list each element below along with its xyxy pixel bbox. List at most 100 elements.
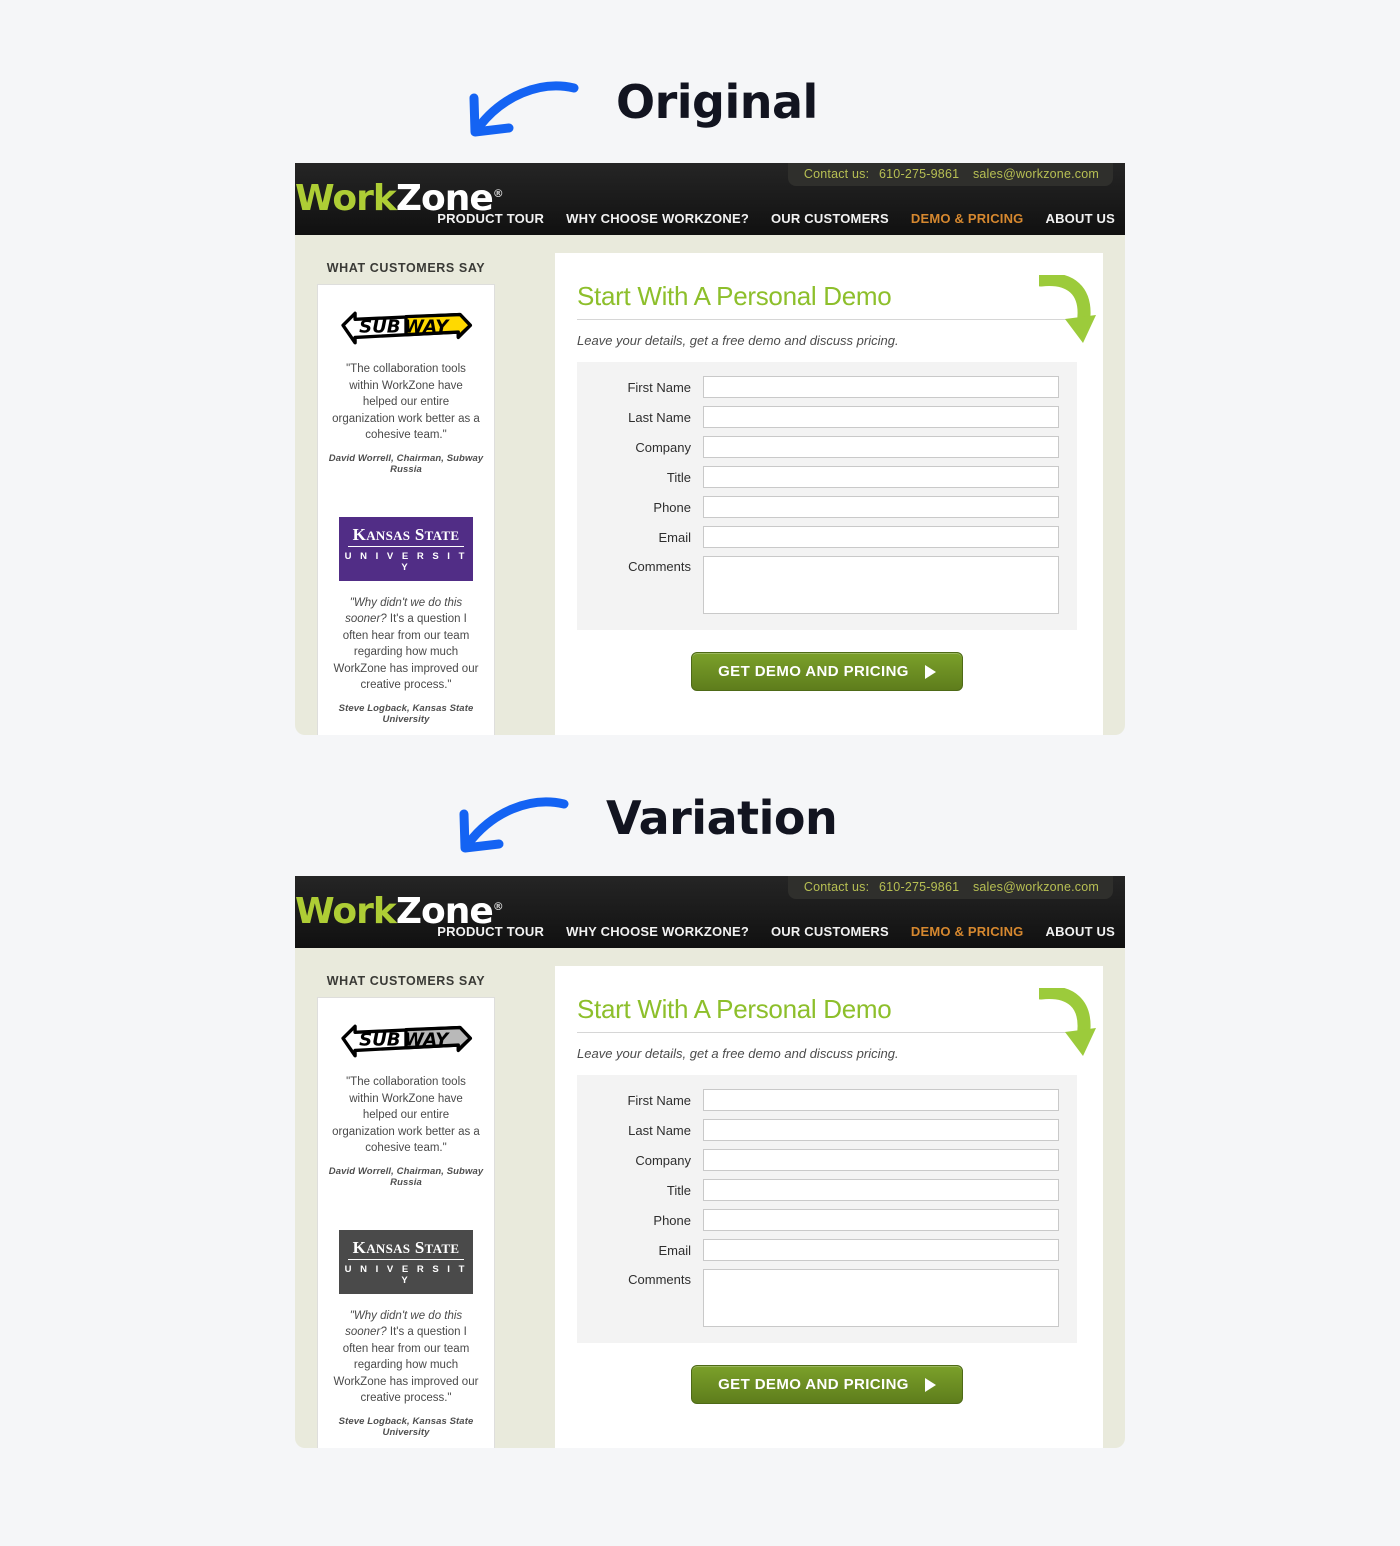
- ksu-logo-slot: KANSAS STATE U N I V E R S I T Y: [328, 516, 484, 581]
- submit-button-label: GET DEMO AND PRICING: [718, 1376, 909, 1393]
- nav-item-product-tour[interactable]: PRODUCT TOUR: [437, 924, 544, 939]
- label-company: Company: [635, 1152, 691, 1168]
- curved-arrow-icon: [452, 778, 572, 858]
- email-input[interactable]: [703, 526, 1059, 548]
- ksu-line1: KANSAS STATE: [348, 1239, 464, 1260]
- phone-input[interactable]: [703, 496, 1059, 518]
- contact-email[interactable]: sales@workzone.com: [973, 167, 1099, 181]
- testimonials-card: SUB WAY "The collaboration tools within …: [317, 997, 495, 1448]
- screenshot-panel-original: Contact us: 610-275-9861 sales@workzone.…: [295, 163, 1125, 735]
- last-name-input[interactable]: [703, 406, 1059, 428]
- first-name-input[interactable]: [703, 376, 1059, 398]
- nav-item-why-choose-workzone[interactable]: WHY CHOOSE WORKZONE?: [566, 211, 749, 226]
- company-input[interactable]: [703, 1149, 1059, 1171]
- field-row-phone: Phone: [587, 1209, 1059, 1231]
- form-fields: First Name Last Name Company Title Phone: [577, 1075, 1077, 1343]
- label-first-name: First Name: [627, 1092, 691, 1108]
- ksu-line2: U N I V E R S I T Y: [344, 550, 468, 573]
- label-comments: Comments: [628, 559, 691, 574]
- get-demo-and-pricing-button[interactable]: GET DEMO AND PRICING: [691, 1365, 963, 1404]
- last-name-input[interactable]: [703, 1119, 1059, 1141]
- label-email: Email: [658, 529, 691, 545]
- testimonials-card: SUB WAY "The collaboration tools within …: [317, 284, 495, 735]
- label-last-name: Last Name: [628, 1122, 691, 1138]
- subway-logo-slot: SUB WAY: [328, 305, 484, 347]
- contact-phone[interactable]: 610-275-9861: [879, 880, 959, 894]
- contact-label: Contact us:: [803, 167, 870, 181]
- nav-item-about-us[interactable]: ABOUT US: [1046, 924, 1116, 939]
- testimonial-attribution-ksu: Steve Logback, Kansas State University: [338, 702, 474, 725]
- label-last-name: Last Name: [628, 409, 691, 425]
- label-comments: Comments: [628, 1272, 691, 1287]
- title-divider: [577, 1032, 1077, 1033]
- contact-email[interactable]: sales@workzone.com: [973, 880, 1099, 894]
- screenshot-panel-variation: Contact us: 610-275-9861 sales@workzone.…: [295, 876, 1125, 1448]
- field-row-first-name: First Name: [587, 1089, 1059, 1111]
- email-input[interactable]: [703, 1239, 1059, 1261]
- form-subtitle: Leave your details, get a free demo and …: [577, 333, 899, 348]
- testimonial-attribution-subway: David Worrell, Chairman, Subway Russia: [328, 452, 484, 475]
- testimonials-sidebar: WHAT CUSTOMERS SAY SUB WAY "The collabor…: [317, 253, 495, 735]
- kansas-state-university-logo: KANSAS STATE U N I V E R S I T Y: [339, 1229, 473, 1294]
- svg-text:SUB: SUB: [359, 1030, 400, 1051]
- site-body: WHAT CUSTOMERS SAY SUB WAY "The collabor…: [295, 235, 1125, 735]
- nav-item-why-choose-workzone[interactable]: WHY CHOOSE WORKZONE?: [566, 924, 749, 939]
- title-input[interactable]: [703, 466, 1059, 488]
- contact-label: Contact us:: [803, 880, 870, 894]
- contact-bar: Contact us: 610-275-9861 sales@workzone.…: [787, 163, 1113, 186]
- field-row-title: Title: [587, 1179, 1059, 1201]
- field-row-email: Email: [587, 1239, 1059, 1261]
- testimonial-attribution-subway: David Worrell, Chairman, Subway Russia: [328, 1165, 484, 1188]
- site-body: WHAT CUSTOMERS SAY SUB WAY "The collabor…: [295, 948, 1125, 1448]
- nav-item-our-customers[interactable]: OUR CUSTOMERS: [771, 924, 889, 939]
- sidebar-heading: WHAT CUSTOMERS SAY: [326, 261, 486, 275]
- nav-item-demo-and-pricing[interactable]: DEMO & PRICING: [911, 211, 1024, 226]
- ksu-line1: KANSAS STATE: [348, 526, 464, 547]
- logo-work: Work: [295, 178, 397, 219]
- submit-row: GET DEMO AND PRICING: [577, 652, 1077, 691]
- green-curved-arrow-icon: [1034, 986, 1097, 1060]
- get-demo-and-pricing-button[interactable]: GET DEMO AND PRICING: [691, 652, 963, 691]
- annotation-label: Variation: [606, 791, 838, 845]
- submit-button-label: GET DEMO AND PRICING: [718, 663, 909, 680]
- testimonial-quote-subway: "The collaboration tools within WorkZone…: [332, 363, 480, 441]
- first-name-input[interactable]: [703, 1089, 1059, 1111]
- testimonials-sidebar: WHAT CUSTOMERS SAY SUB WAY "The collabor…: [317, 966, 495, 1448]
- field-row-last-name: Last Name: [587, 406, 1059, 428]
- phone-input[interactable]: [703, 1209, 1059, 1231]
- main-nav: PRODUCT TOUR WHY CHOOSE WORKZONE? OUR CU…: [437, 211, 1115, 226]
- nav-item-our-customers[interactable]: OUR CUSTOMERS: [771, 211, 889, 226]
- title-divider: [577, 319, 1077, 320]
- company-input[interactable]: [703, 436, 1059, 458]
- svg-text:WAY: WAY: [404, 1030, 450, 1051]
- comments-textarea[interactable]: [703, 556, 1059, 614]
- contact-bar: Contact us: 610-275-9861 sales@workzone.…: [787, 876, 1113, 899]
- testimonial-attribution-ksu: Steve Logback, Kansas State University: [338, 1415, 474, 1438]
- title-input[interactable]: [703, 1179, 1059, 1201]
- comments-textarea[interactable]: [703, 1269, 1059, 1327]
- field-row-comments: Comments: [587, 1269, 1059, 1327]
- label-phone: Phone: [653, 499, 691, 515]
- curved-arrow-icon: [462, 62, 582, 142]
- field-row-email: Email: [587, 526, 1059, 548]
- field-row-last-name: Last Name: [587, 1119, 1059, 1141]
- label-email: Email: [658, 1242, 691, 1258]
- play-triangle-icon: [924, 1377, 936, 1392]
- contact-phone[interactable]: 610-275-9861: [879, 167, 959, 181]
- field-row-company: Company: [587, 1149, 1059, 1171]
- svg-text:SUB: SUB: [359, 317, 400, 338]
- testimonial-quote-subway: "The collaboration tools within WorkZone…: [332, 1076, 480, 1154]
- field-row-comments: Comments: [587, 556, 1059, 614]
- play-triangle-icon: [924, 664, 936, 679]
- logo-registered-mark: ®: [492, 900, 504, 913]
- demo-form-card: Start With A Personal Demo Leave your de…: [555, 253, 1103, 735]
- annotation-label: Original: [616, 75, 818, 129]
- nav-item-demo-and-pricing[interactable]: DEMO & PRICING: [911, 924, 1024, 939]
- svg-text:WAY: WAY: [404, 317, 450, 338]
- field-row-phone: Phone: [587, 496, 1059, 518]
- nav-item-product-tour[interactable]: PRODUCT TOUR: [437, 211, 544, 226]
- green-curved-arrow-icon: [1034, 273, 1097, 347]
- nav-item-about-us[interactable]: ABOUT US: [1046, 211, 1116, 226]
- testimonial-divider: [328, 475, 484, 511]
- testimonial-quote-ksu: "Why didn't we do this sooner? It's a qu…: [328, 593, 484, 694]
